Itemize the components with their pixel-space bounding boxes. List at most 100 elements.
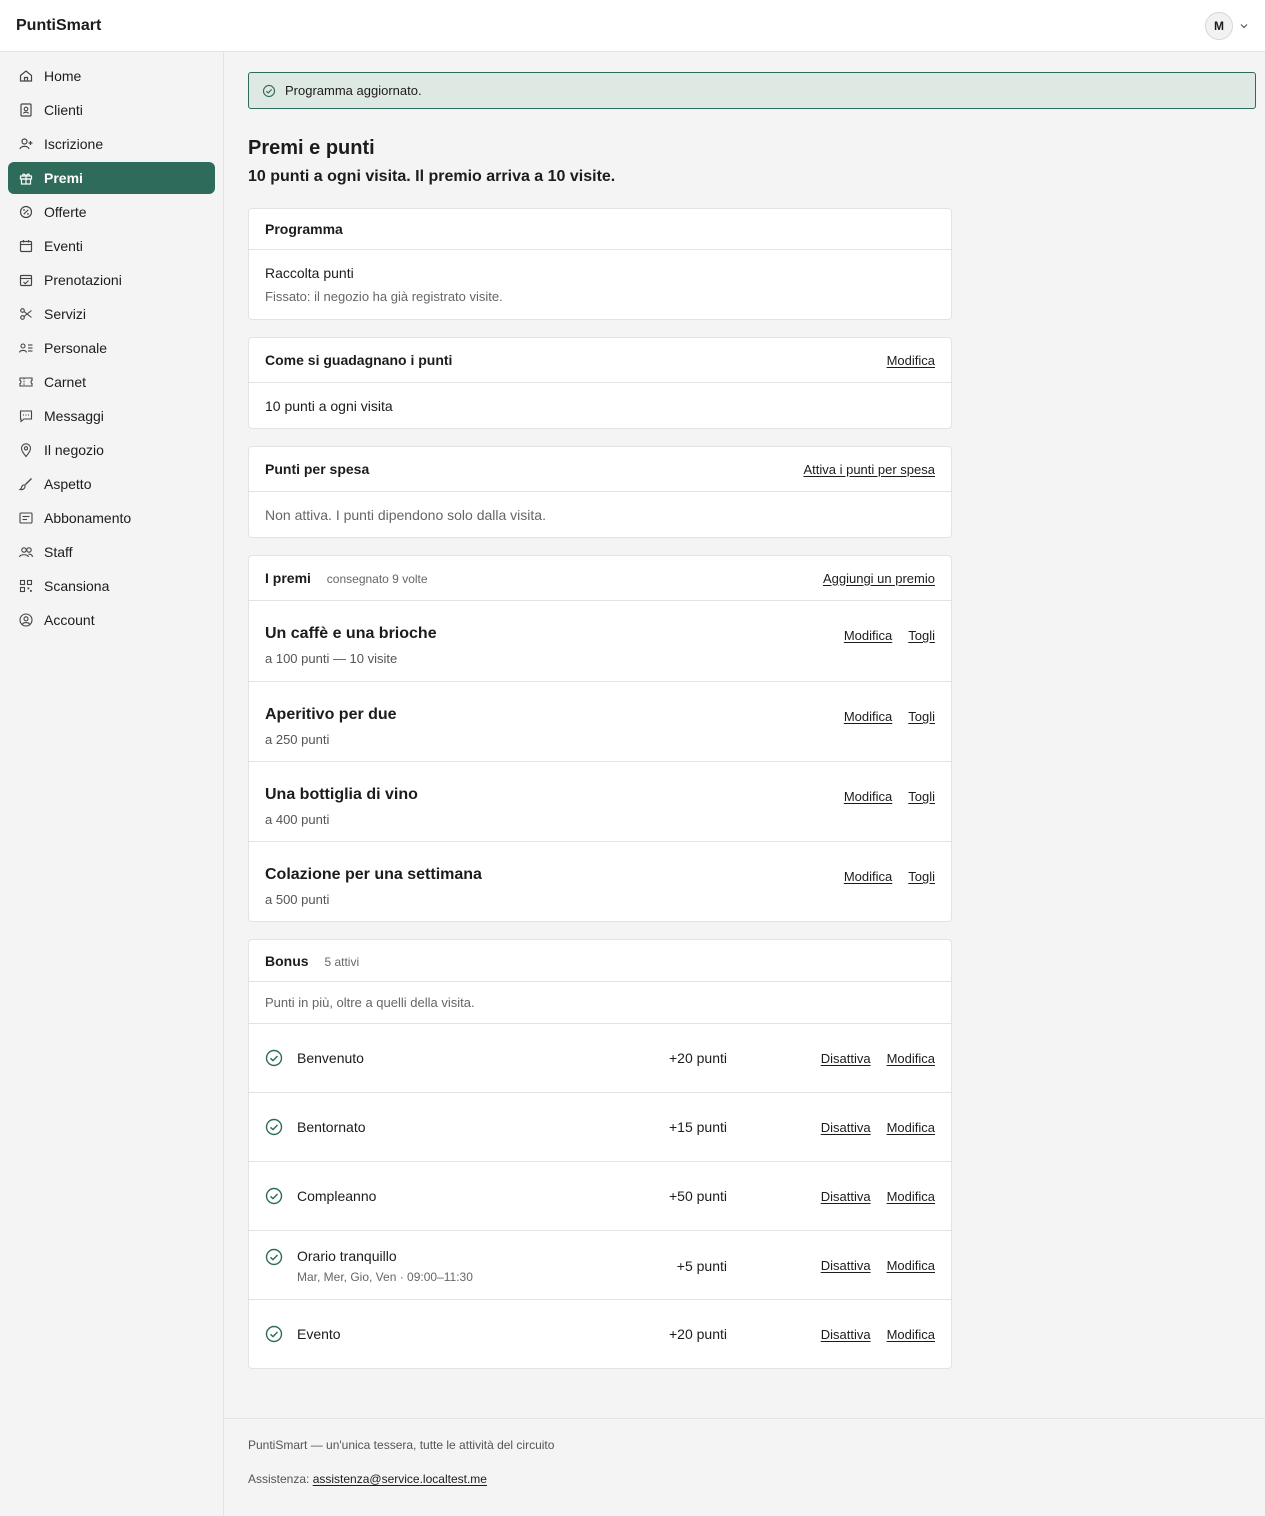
sidebar-item-label: Il negozio [44, 442, 104, 458]
sidebar-item-label: Personale [44, 340, 108, 356]
sidebar-item-account[interactable]: Account [8, 604, 215, 636]
disable-bonus-link[interactable]: Disattiva [821, 1051, 871, 1066]
footer-tagline: PuntiSmart — un'unica tessera, tutte le … [248, 1438, 555, 1452]
sidebar-item-prenotazioni[interactable]: Prenotazioni [8, 264, 215, 296]
bonus-intro: Punti in più, oltre a quelli della visit… [265, 995, 475, 1010]
edit-bonus-link[interactable]: Modifica [887, 1189, 935, 1204]
sidebar-item-label: Offerte [44, 204, 87, 220]
sidebar-item-iscrizione[interactable]: Iscrizione [8, 128, 215, 160]
brand-logo[interactable]: PuntiSmart [16, 17, 101, 35]
disable-bonus-link[interactable]: Disattiva [821, 1327, 871, 1342]
calendar-check-icon [19, 274, 33, 287]
remove-reward-link[interactable]: Togli [908, 709, 935, 724]
sidebar-item-label: Iscrizione [44, 136, 104, 152]
footer: PuntiSmart — un'unica tessera, tutte le … [224, 1418, 1265, 1516]
sidebar-item-carnet[interactable]: Carnet [8, 366, 215, 398]
check-circle-icon [262, 84, 276, 97]
earning-card: Come si guadagnano i punti Modifica 10 p… [248, 337, 952, 429]
spend-card: Punti per spesa Attiva i punti per spesa… [248, 446, 952, 538]
disable-bonus-link[interactable]: Disattiva [821, 1120, 871, 1135]
sidebar-item-scansiona[interactable]: Scansiona [8, 570, 215, 602]
reward-row: Un caffè e una brioche a 100 punti — 10 … [249, 601, 951, 681]
remove-reward-link[interactable]: Togli [908, 869, 935, 884]
bonus-row: Bentornato +15 punti Disattiva Modifica [249, 1092, 951, 1161]
program-card-body: Raccolta punti Fissato: il negozio ha gi… [249, 250, 951, 319]
sidebar-item-eventi[interactable]: Eventi [8, 230, 215, 262]
support-email-link[interactable]: assistenza@service.localtest.me [313, 1472, 487, 1486]
staff-list-icon [18, 343, 33, 353]
bonus-row: Benvenuto +20 punti Disattiva Modifica [249, 1023, 951, 1092]
sidebar-item-servizi[interactable]: Servizi [8, 298, 215, 330]
disable-bonus-link[interactable]: Disattiva [821, 1189, 871, 1204]
reward-points: a 400 punti [265, 812, 330, 827]
edit-bonus-link[interactable]: Modifica [887, 1120, 935, 1135]
bonus-card-title: Bonus [265, 952, 309, 969]
support-label: Assistenza: [248, 1472, 310, 1486]
edit-reward-link[interactable]: Modifica [844, 789, 892, 804]
sidebar-item-premi[interactable]: Premi [8, 162, 215, 194]
sidebar-item-staff[interactable]: Staff [8, 536, 215, 568]
sidebar-item-label: Servizi [44, 306, 87, 322]
reward-row: Colazione per una settimana a 500 punti … [249, 841, 951, 921]
disable-bonus-link[interactable]: Disattiva [821, 1258, 871, 1273]
sidebar-item-aspetto[interactable]: Aspetto [8, 468, 215, 500]
sidebar-item-abbonamento[interactable]: Abbonamento [8, 502, 215, 534]
bonus-points: +20 punti [669, 1050, 727, 1066]
contacts-icon [20, 103, 32, 117]
reward-name: Aperitivo per due [265, 706, 397, 723]
edit-reward-link[interactable]: Modifica [844, 709, 892, 724]
add-reward-link[interactable]: Aggiungi un premio [823, 571, 935, 586]
scissors-icon [20, 308, 32, 320]
sidebar: Home Clienti Iscrizione Premi Offerte Ev… [0, 52, 224, 1516]
sidebar-item-label: Staff [44, 544, 73, 560]
edit-bonus-link[interactable]: Modifica [887, 1258, 935, 1273]
sidebar-item-messaggi[interactable]: Messaggi [8, 400, 215, 432]
sidebar-item-label: Home [44, 68, 82, 84]
reward-row: Aperitivo per due a 250 punti Modifica T… [249, 681, 951, 761]
avatar[interactable]: M [1205, 11, 1233, 40]
sidebar-item-personale[interactable]: Personale [8, 332, 215, 364]
sidebar-item-il-negozio[interactable]: Il negozio [8, 434, 215, 466]
bonus-name: Compleanno [297, 1188, 377, 1204]
subscription-icon [19, 512, 33, 524]
edit-bonus-link[interactable]: Modifica [887, 1327, 935, 1342]
offer-icon [19, 205, 33, 219]
check-circle-icon [265, 1325, 283, 1343]
rewards-card-title: I premi [265, 570, 311, 586]
page-title: Premi e punti [248, 137, 375, 159]
page-subtitle: 10 punti a ogni visita. Il premio arriva… [248, 168, 616, 185]
bonus-row: Orario tranquillo Mar, Mer, Gio, Ven · 0… [249, 1230, 951, 1299]
sidebar-item-clienti[interactable]: Clienti [8, 94, 215, 126]
sidebar-item-label: Abbonamento [44, 510, 132, 526]
sidebar-item-label: Carnet [44, 374, 87, 390]
sidebar-item-home[interactable]: Home [8, 60, 215, 92]
user-menu[interactable]: M [1205, 11, 1249, 40]
bonus-name: Bentornato [297, 1119, 366, 1135]
edit-reward-link[interactable]: Modifica [844, 628, 892, 643]
rewards-card-header: I premi consegnato 9 volte Aggiungi un p… [249, 556, 951, 601]
sidebar-item-label: Messaggi [44, 408, 104, 424]
edit-bonus-link[interactable]: Modifica [887, 1051, 935, 1066]
sidebar-item-label: Aspetto [44, 476, 92, 492]
reward-points: a 500 punti [265, 892, 330, 907]
home-icon [19, 70, 33, 82]
remove-reward-link[interactable]: Togli [908, 628, 935, 643]
reward-name: Una bottiglia di vino [265, 786, 418, 803]
location-pin-icon [20, 443, 32, 458]
users-icon [18, 547, 34, 558]
enable-spend-points-link[interactable]: Attiva i punti per spesa [803, 462, 935, 477]
sidebar-item-label: Premi [44, 170, 83, 186]
qr-icon [19, 579, 33, 593]
edit-reward-link[interactable]: Modifica [844, 869, 892, 884]
reward-row: Una bottiglia di vino a 400 punti Modifi… [249, 761, 951, 841]
check-circle-icon [265, 1187, 283, 1205]
spend-card-title: Punti per spesa [265, 461, 370, 477]
flash-message: Programma aggiornato. [248, 72, 1256, 109]
bonus-count: 5 attivi [324, 954, 360, 969]
sidebar-item-offerte[interactable]: Offerte [8, 196, 215, 228]
brush-icon [18, 478, 32, 491]
remove-reward-link[interactable]: Togli [908, 789, 935, 804]
sidebar-item-label: Clienti [44, 102, 83, 118]
edit-earning-link[interactable]: Modifica [887, 353, 935, 368]
program-card-header: Programma [249, 209, 951, 250]
